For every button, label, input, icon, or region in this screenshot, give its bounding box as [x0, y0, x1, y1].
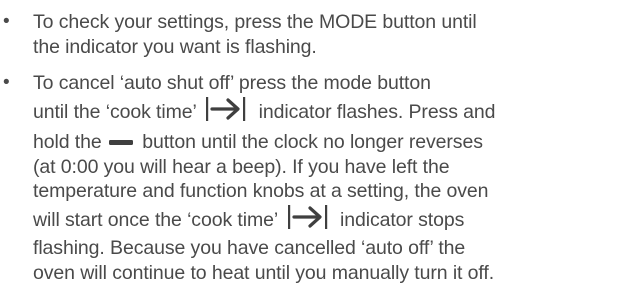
bullet-point: • [3, 11, 10, 32]
text-fragment: hold the [33, 131, 102, 153]
text-fragment: until the ‘cook time’ [33, 100, 197, 123]
text-fragment: indicator stops [340, 208, 465, 231]
minus-icon [108, 128, 133, 153]
text-line: flashing. Because you have cancelled ‘au… [33, 237, 466, 259]
arrow-to-bar-icon [204, 96, 250, 129]
bullet-item-check-settings: • To check your settings, press the MODE… [0, 10, 637, 59]
text-line-with-icon: hold the button until the clock no longe… [33, 128, 631, 155]
text-line: temperature and function knobs at a sett… [33, 180, 489, 202]
text-line: To cancel ‘auto shut off’ press the mode… [33, 72, 431, 94]
text-fragment: button until the clock no longer reverse… [142, 131, 483, 153]
arrow-to-bar-icon [286, 204, 332, 237]
text-line: oven will continue to heat until you man… [33, 261, 495, 284]
instruction-bullet-list: • To check your settings, press the MODE… [0, 10, 637, 285]
bullet-point: • [3, 72, 10, 93]
instruction-document: • To check your settings, press the MODE… [0, 0, 637, 289]
text-fragment: indicator flashes. Press and [258, 100, 496, 123]
text-fragment: will start once the ‘cook time’ [33, 208, 278, 231]
text-line-with-icon: will start once the ‘cook time’ indicato… [33, 204, 631, 237]
text-line-with-icon: until the ‘cook time’ indicator flashes.… [33, 96, 631, 129]
text-line: To check your settings, press the MODE b… [33, 11, 477, 33]
text-line: (at 0:00 you will hear a beep). If you h… [33, 155, 450, 178]
bullet-item-cancel-auto-shut-off: • To cancel ‘auto shut off’ press the mo… [0, 71, 637, 285]
text-line: the indicator you want is flashing. [33, 35, 317, 58]
